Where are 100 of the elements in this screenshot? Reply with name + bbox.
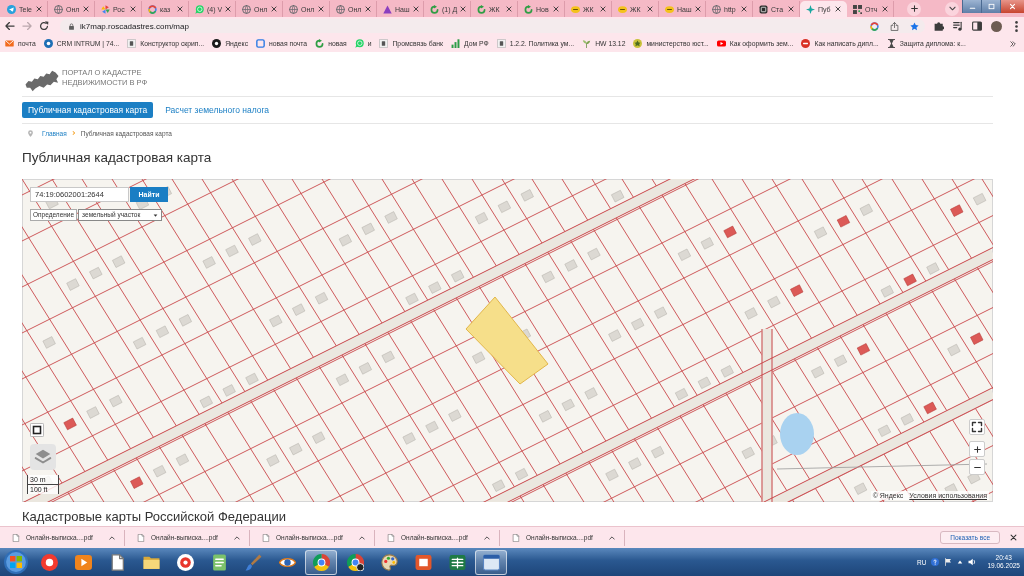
taskbar-button[interactable]	[475, 549, 507, 575]
zoom-in-button[interactable]	[969, 441, 985, 457]
new-tab-button[interactable]	[907, 1, 921, 16]
pin-icon	[27, 129, 34, 137]
globe-icon	[289, 4, 298, 14]
document-icon	[512, 533, 520, 542]
chat-bubble-icon	[354, 39, 364, 48]
close-icon[interactable]	[412, 6, 419, 12]
disc-icon	[40, 553, 58, 571]
pond	[780, 413, 814, 455]
tile-icon	[127, 39, 137, 48]
slide-icon	[414, 553, 432, 571]
close-icon[interactable]	[1010, 534, 1017, 541]
document-icon	[137, 533, 145, 542]
close-icon[interactable]	[365, 6, 371, 12]
hourglass-icon	[886, 39, 896, 48]
chevron-up-icon[interactable]	[484, 534, 490, 541]
triangle-icon	[383, 4, 392, 14]
nav-tab[interactable]: Публичная кадастровая карта	[22, 102, 154, 118]
close-icon[interactable]	[36, 6, 42, 12]
close-icon[interactable]	[788, 6, 794, 12]
close-icon[interactable]	[130, 6, 136, 12]
orb-icon[interactable]	[4, 550, 28, 574]
maximize-button[interactable]	[981, 0, 1000, 13]
oval-icon	[571, 4, 580, 14]
oval-icon	[618, 4, 627, 14]
reload-icon[interactable]	[39, 21, 49, 31]
chat-bubble-icon	[195, 4, 204, 14]
close-icon[interactable]	[553, 6, 559, 12]
fullscreen-icon[interactable]	[969, 419, 985, 435]
layers-icon[interactable]	[30, 444, 56, 470]
tab-search-button[interactable]	[945, 1, 959, 16]
close-icon[interactable]	[600, 6, 606, 12]
highlighted-parcel[interactable]	[465, 296, 549, 385]
play-icon	[716, 39, 726, 48]
ring-icon	[148, 4, 157, 14]
back-arrow-icon[interactable]	[5, 21, 15, 31]
star-icon[interactable]	[910, 21, 919, 31]
map-silhouette-icon[interactable]	[25, 70, 59, 92]
zoom-out-button[interactable]	[969, 459, 985, 475]
document-icon	[12, 533, 20, 542]
plus-icon	[910, 5, 918, 12]
menu-icon[interactable]	[1015, 20, 1018, 32]
flag-icon[interactable]	[944, 558, 953, 566]
circular-arrow-icon	[430, 4, 439, 14]
caret-icon[interactable]	[957, 559, 964, 565]
circular-arrow-icon	[477, 4, 486, 14]
close-icon[interactable]	[83, 6, 89, 12]
emblem-icon	[633, 39, 643, 48]
chevron-up-icon[interactable]	[609, 534, 615, 541]
close-icon[interactable]	[694, 6, 701, 12]
close-icon[interactable]	[506, 6, 512, 12]
minimize-button[interactable]	[962, 0, 981, 13]
spreadsheet-icon	[448, 553, 466, 571]
close-icon[interactable]	[318, 6, 324, 12]
close-icon[interactable]	[271, 6, 277, 12]
close-window-button[interactable]	[1000, 0, 1024, 13]
ring-icon[interactable]	[870, 21, 879, 31]
close-icon[interactable]	[177, 6, 183, 12]
nav-tab[interactable]: Расчет земельного налога	[159, 102, 276, 118]
square-outline-icon[interactable]	[30, 423, 44, 437]
side-panel-icon[interactable]	[972, 21, 982, 31]
globe-icon	[54, 4, 63, 14]
double-chevron-icon[interactable]	[1010, 40, 1016, 47]
close-icon[interactable]	[882, 6, 888, 12]
circular-arrow-icon	[524, 4, 533, 14]
playlist-icon[interactable]	[953, 21, 963, 31]
circular-arrow-icon	[315, 39, 325, 48]
envelope-icon	[5, 39, 14, 48]
paper-plane-icon	[7, 4, 16, 14]
share-icon[interactable]	[890, 21, 899, 31]
pinwheel-icon	[101, 4, 110, 14]
notepad-icon	[210, 553, 228, 571]
chevron-right-icon	[71, 131, 76, 135]
chevron-up-icon[interactable]	[234, 534, 240, 541]
avatar-icon[interactable]	[991, 20, 1002, 32]
address-bar[interactable]: ik7map.roscadastres.com/map	[60, 19, 925, 33]
disc-icon	[43, 39, 53, 48]
close-icon[interactable]	[835, 6, 841, 12]
document-icon	[262, 533, 270, 542]
taskbar-button[interactable]	[305, 549, 337, 575]
help-icon[interactable]	[931, 558, 940, 566]
palette-icon	[380, 553, 398, 571]
close-icon[interactable]	[647, 6, 653, 12]
minus-circle-icon	[801, 39, 811, 48]
bar-chart-icon	[451, 39, 460, 48]
speaker-icon[interactable]	[968, 558, 977, 566]
sprout-icon	[582, 39, 592, 48]
puzzle-icon[interactable]	[934, 21, 944, 31]
play-icon	[74, 553, 92, 571]
segmented-circle-icon	[312, 553, 330, 571]
maximize-icon	[987, 3, 995, 10]
caret-icon	[153, 212, 159, 218]
chevron-up-icon[interactable]	[109, 534, 115, 541]
chevron-up-icon[interactable]	[359, 534, 365, 541]
lock-icon	[68, 22, 75, 30]
sparkle-icon	[806, 4, 815, 14]
close-icon[interactable]	[460, 6, 467, 12]
close-icon[interactable]	[225, 6, 232, 12]
close-icon[interactable]	[741, 6, 747, 12]
